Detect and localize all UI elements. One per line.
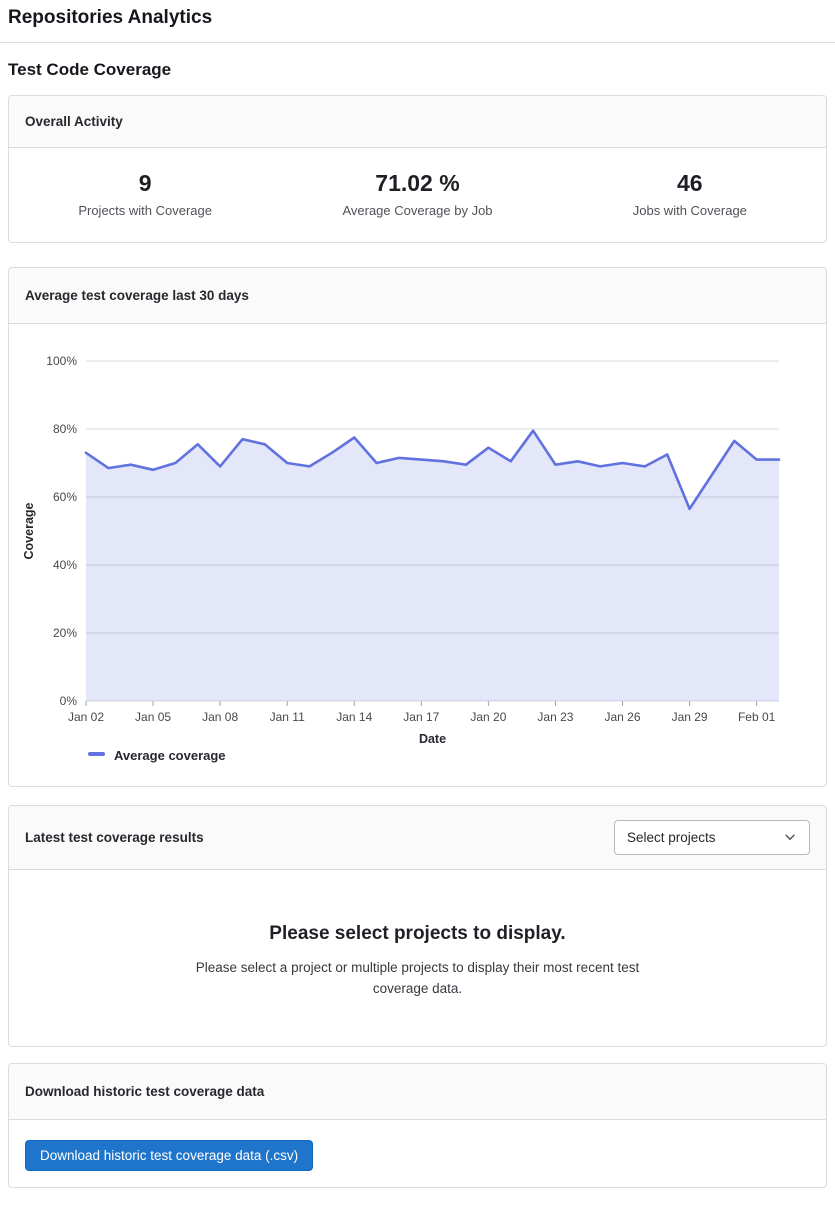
overall-activity-card: Overall Activity 9 Projects with Coverag… — [8, 95, 827, 243]
y-tick-label: 0% — [60, 694, 78, 708]
coverage-area-chart: 0% 20% 40% 60% 80% 100% Jan 02 Jan 05 Jan 08 Jan … — [9, 324, 826, 786]
y-tick-label: 60% — [53, 490, 77, 504]
stat-value: 71.02 % — [281, 169, 553, 198]
stat-label: Average Coverage by Job — [281, 203, 553, 218]
latest-results-header: Latest test coverage results Select proj… — [9, 806, 826, 870]
download-csv-button[interactable]: Download historic test coverage data (.c… — [25, 1140, 313, 1171]
download-card-body: Download historic test coverage data (.c… — [9, 1120, 826, 1187]
stat-projects-with-coverage: 9 Projects with Coverage — [9, 169, 281, 218]
overall-activity-header: Overall Activity — [9, 96, 826, 148]
stat-value: 9 — [9, 169, 281, 198]
latest-results-title: Latest test coverage results — [25, 830, 204, 845]
chevron-down-icon — [783, 830, 797, 844]
x-tick-label: Jan 17 — [403, 710, 439, 724]
x-tick-label: Jan 08 — [202, 710, 238, 724]
x-tick-label: Jan 11 — [270, 710, 305, 724]
stat-label: Jobs with Coverage — [554, 203, 826, 218]
y-tick-label: 40% — [53, 558, 77, 572]
download-card-header: Download historic test coverage data — [9, 1064, 826, 1120]
select-projects-label: Select projects — [627, 830, 716, 845]
page-title: Repositories Analytics — [0, 0, 835, 43]
section-title: Test Code Coverage — [8, 60, 827, 80]
x-tick-label: Feb 01 — [738, 710, 776, 724]
y-axis-title: Coverage — [22, 502, 36, 559]
overall-activity-stats: 9 Projects with Coverage 71.02 % Average… — [9, 148, 826, 242]
empty-state-title: Please select projects to display. — [25, 923, 810, 945]
stat-average-coverage-by-job: 71.02 % Average Coverage by Job — [281, 169, 553, 218]
y-tick-label: 100% — [46, 354, 77, 368]
select-projects-dropdown[interactable]: Select projects — [614, 820, 810, 855]
x-tick-label: Jan 23 — [537, 710, 573, 724]
x-tick-label: Jan 14 — [336, 710, 372, 724]
empty-state-description: Please select a project or multiple proj… — [194, 957, 642, 999]
x-tick-label: Jan 20 — [470, 710, 506, 724]
x-tick-label: Jan 29 — [672, 710, 708, 724]
x-axis-title: Date — [419, 732, 446, 746]
stat-label: Projects with Coverage — [9, 203, 281, 218]
legend-label: Average coverage — [114, 748, 226, 763]
coverage-chart-card: Average test coverage last 30 days 0% 20%… — [8, 267, 827, 787]
x-tick-label: Jan 05 — [135, 710, 171, 724]
x-tick-label: Jan 26 — [605, 710, 641, 724]
download-card: Download historic test coverage data Dow… — [8, 1063, 827, 1188]
stat-jobs-with-coverage: 46 Jobs with Coverage — [554, 169, 826, 218]
latest-results-card: Latest test coverage results Select proj… — [8, 805, 827, 1047]
empty-state: Please select projects to display. Pleas… — [9, 870, 826, 1046]
x-tick-label: Jan 02 — [68, 710, 104, 724]
stat-value: 46 — [554, 169, 826, 198]
y-tick-label: 80% — [53, 422, 77, 436]
coverage-chart-canvas: 0% 20% 40% 60% 80% 100% Jan 02 Jan 05 Jan 08 Jan … — [9, 324, 826, 786]
legend-swatch — [88, 752, 105, 756]
y-tick-label: 20% — [53, 626, 77, 640]
coverage-chart-header: Average test coverage last 30 days — [9, 268, 826, 324]
